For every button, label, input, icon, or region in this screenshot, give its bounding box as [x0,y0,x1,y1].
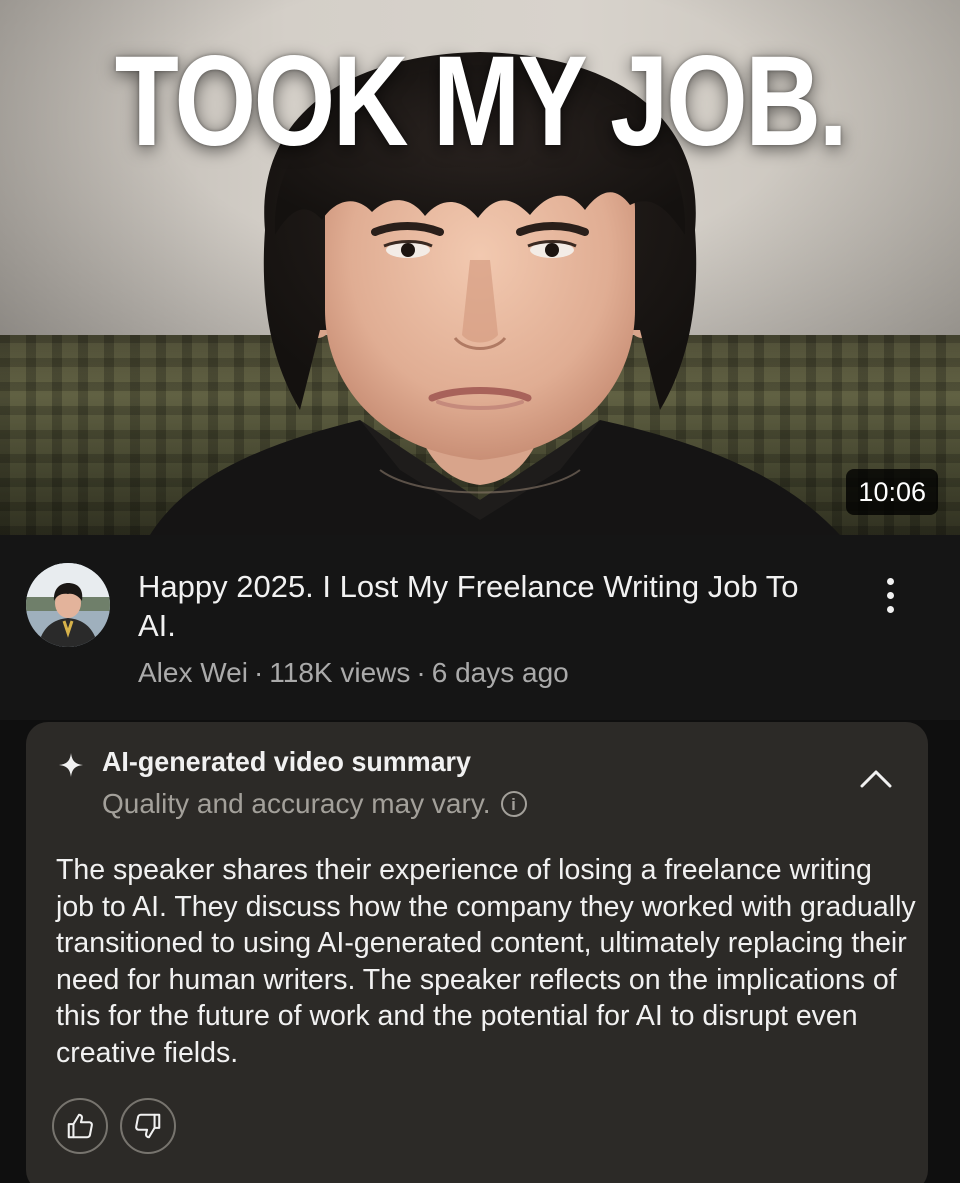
view-count: 118K views [269,657,411,688]
video-info-row: Happy 2025. I Lost My Freelance Writing … [0,535,960,720]
video-title[interactable]: Happy 2025. I Lost My Freelance Writing … [138,567,818,645]
channel-avatar[interactable] [26,563,110,647]
summary-disclaimer: Quality and accuracy may vary. i [102,788,527,820]
upload-age: 6 days ago [431,657,569,688]
meta-separator: · [253,657,264,688]
avatar-image [26,563,110,647]
dislike-summary-button[interactable] [120,1098,176,1154]
summary-body: The speaker shares their experience of l… [56,854,916,1069]
video-meta: Alex Wei · 118K views · 6 days ago [138,657,569,689]
summary-heading: AI-generated video summary [102,746,471,777]
thumbnail-overlay-text: TOOK MY JOB. [114,30,848,173]
info-icon[interactable]: i [500,791,527,817]
chevron-up-icon[interactable] [856,762,896,794]
thumbs-down-icon [135,1113,161,1139]
channel-name[interactable]: Alex Wei [138,657,248,688]
meta-separator: · [416,657,426,688]
more-options-button[interactable] [868,565,912,625]
video-page: TOOK MY JOB. 10:06 Happy 2025. I Lost My… [0,0,960,1183]
like-summary-button[interactable] [52,1098,108,1154]
ai-summary-card: AI-generated video summary Quality and a… [26,722,928,1183]
video-duration-badge: 10:06 [846,469,938,515]
thumbs-up-icon [67,1113,93,1139]
summary-disclaimer-text: Quality and accuracy may vary. [102,788,491,819]
sparkle-icon [59,753,83,777]
more-vert-icon [886,577,894,585]
video-thumbnail[interactable]: TOOK MY JOB. 10:06 [0,0,960,535]
